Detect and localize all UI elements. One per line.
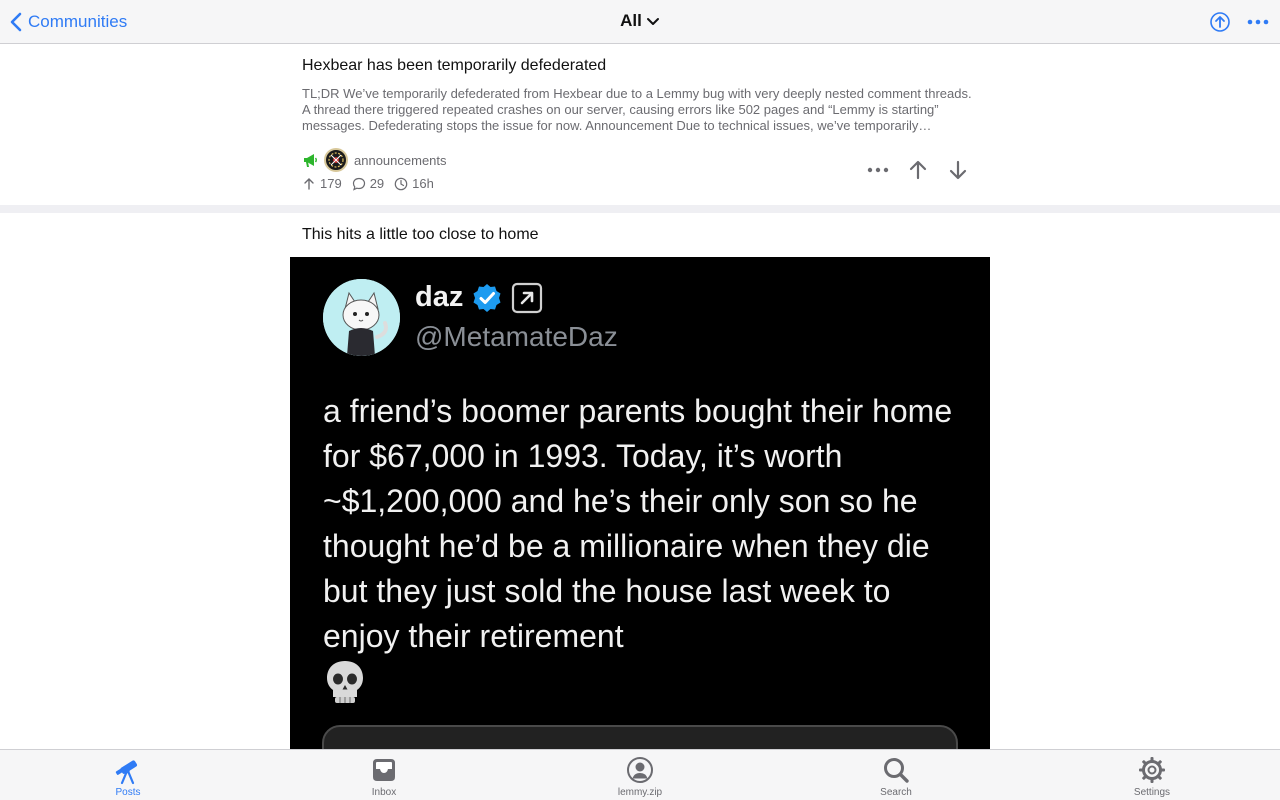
external-link-icon (512, 282, 543, 313)
more-options-button[interactable] (1246, 10, 1270, 34)
verified-badge-icon (473, 283, 501, 312)
magnifier-icon (884, 758, 909, 783)
post-age: 16h (412, 176, 434, 191)
tab-search[interactable]: Search (768, 750, 1024, 800)
ellipsis-icon (867, 167, 889, 173)
tab-posts[interactable]: Posts (0, 750, 256, 800)
community-avatar[interactable] (324, 148, 348, 172)
cat-avatar-icon (323, 279, 400, 356)
display-name: daz (415, 281, 464, 313)
tab-account[interactable]: lemmy.zip (512, 750, 768, 800)
arrow-up-circle-icon (1210, 12, 1230, 32)
post-card[interactable]: Hexbear has been temporarily defederated… (290, 44, 990, 205)
downvote-button[interactable] (946, 158, 970, 182)
avatar (323, 279, 400, 356)
tab-label: Search (880, 787, 912, 798)
navigation-bar: Communities All (0, 0, 1280, 44)
arrow-up-icon (304, 177, 314, 190)
user-handle: @MetamateDaz (415, 321, 618, 352)
community-name[interactable]: announcements (354, 153, 447, 168)
page-title: All (620, 11, 642, 30)
post-title[interactable]: Hexbear has been temporarily defederated (302, 56, 978, 76)
chevron-down-icon (646, 18, 659, 25)
community-logo-icon (328, 152, 344, 168)
gear-icon (1139, 757, 1165, 783)
comment-count: 29 (369, 176, 385, 191)
skull-emoji-icon (327, 661, 363, 703)
telescope-icon (115, 760, 137, 785)
tab-label: lemmy.zip (617, 787, 663, 798)
post-card[interactable]: This hits a little too close to home daz (290, 213, 990, 749)
arrow-down-icon (949, 160, 967, 180)
arrow-up-icon (909, 160, 927, 180)
account-circle-icon (627, 757, 653, 783)
comment-bubble-icon (352, 177, 365, 191)
embedded-media-card (322, 725, 958, 749)
megaphone-icon (304, 154, 317, 167)
tab-label: Settings (1133, 787, 1171, 798)
tab-bar: Posts Inbox lemmy.zip Search Settings (0, 749, 1280, 800)
tab-label: Inbox (371, 787, 397, 798)
post-options-button[interactable] (866, 158, 890, 182)
post-separator (0, 205, 1280, 213)
clock-icon (394, 177, 408, 190)
post-body-preview[interactable]: TL;DR We’ve temporarily defederated from… (302, 86, 978, 134)
upvote-button[interactable] (906, 158, 930, 182)
post-image[interactable]: daz @MetamateDaz a friend’s boomer paren… (290, 257, 990, 749)
inbox-tray-icon (373, 759, 395, 781)
tab-settings[interactable]: Settings (1024, 750, 1280, 800)
post-feed[interactable]: Hexbear has been temporarily defederated… (0, 44, 1280, 749)
tab-label: Posts (115, 787, 141, 798)
post-title[interactable]: This hits a little too close to home (290, 225, 990, 245)
feed-selector[interactable]: All (620, 11, 660, 31)
tab-inbox[interactable]: Inbox (256, 750, 512, 800)
score-count: 179 (320, 176, 342, 191)
scroll-to-top-button[interactable] (1208, 10, 1232, 34)
ellipsis-icon (1247, 19, 1269, 25)
tweet-text: a friend’s boomer parents bought their h… (323, 393, 953, 654)
